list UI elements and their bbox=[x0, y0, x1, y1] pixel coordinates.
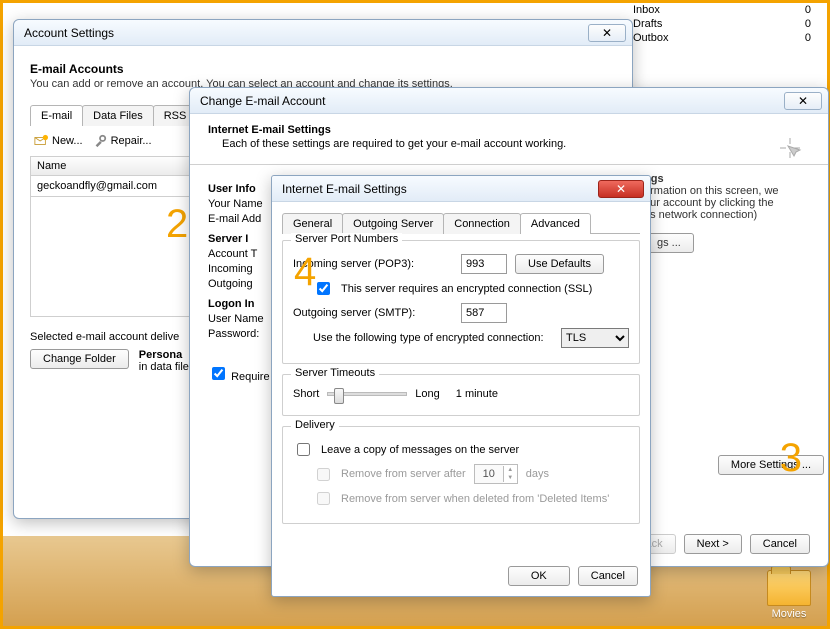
server-ports-legend: Server Port Numbers bbox=[291, 233, 402, 245]
banner-heading: Internet E-mail Settings bbox=[208, 124, 810, 136]
leave-copy-checkbox[interactable] bbox=[297, 443, 310, 456]
account-settings-title: Account Settings bbox=[20, 26, 584, 40]
close-button[interactable]: ✕ bbox=[598, 180, 644, 198]
cancel-button[interactable]: Cancel bbox=[750, 534, 810, 554]
require-label: Require bbox=[231, 371, 270, 383]
cancel-button[interactable]: Cancel bbox=[578, 566, 638, 586]
mail-folder-count: 0 bbox=[805, 18, 811, 30]
delivery-fieldset: Delivery Leave a copy of messages on the… bbox=[282, 426, 640, 524]
right-info-line: ormation on this screen, we bbox=[644, 185, 824, 197]
right-info-line: our account by clicking the bbox=[644, 197, 824, 209]
desktop-folder-label: Movies bbox=[767, 608, 811, 620]
tab-outgoing-server[interactable]: Outgoing Server bbox=[342, 213, 444, 234]
right-info-heading: ngs bbox=[644, 173, 824, 185]
tab-general[interactable]: General bbox=[282, 213, 343, 234]
change-email-banner: Internet E-mail Settings Each of these s… bbox=[190, 114, 828, 165]
outgoing-port-input[interactable] bbox=[461, 303, 507, 323]
folder-icon bbox=[767, 570, 811, 606]
require-checkbox[interactable] bbox=[212, 367, 225, 380]
timeout-value: 1 minute bbox=[456, 388, 498, 400]
new-account-label: New... bbox=[52, 135, 83, 147]
mail-folder-name: Outbox bbox=[633, 32, 668, 44]
remove-after-checkbox bbox=[317, 468, 330, 481]
tab-datafiles[interactable]: Data Files bbox=[82, 105, 154, 126]
mail-new-icon bbox=[34, 134, 48, 148]
remove-after-days-suffix: days bbox=[526, 468, 549, 480]
tab-advanced[interactable]: Advanced bbox=[520, 213, 591, 234]
mail-folder-list: Inbox 0 Drafts 0 Outbox 0 bbox=[627, 3, 817, 45]
server-ports-fieldset: Server Port Numbers Incoming server (POP… bbox=[282, 240, 640, 364]
mail-folder-count: 0 bbox=[805, 4, 811, 16]
inet-title: Internet E-mail Settings bbox=[278, 182, 594, 196]
change-email-titlebar[interactable]: Change E-mail Account ✕ bbox=[190, 88, 828, 114]
remove-deleted-label: Remove from server when deleted from 'De… bbox=[341, 493, 609, 505]
tab-connection[interactable]: Connection bbox=[443, 213, 521, 234]
outgoing-port-label: Outgoing server (SMTP): bbox=[293, 307, 453, 319]
desktop-folder[interactable]: Movies bbox=[767, 570, 811, 620]
annotation-4: 4 bbox=[294, 250, 316, 295]
repair-account-label: Repair... bbox=[111, 135, 152, 147]
change-email-title: Change E-mail Account bbox=[196, 94, 780, 108]
mail-folder-name: Drafts bbox=[633, 18, 662, 30]
change-folder-button[interactable]: Change Folder bbox=[30, 349, 129, 369]
account-settings-titlebar[interactable]: Account Settings ✕ bbox=[14, 20, 632, 46]
inet-titlebar[interactable]: Internet E-mail Settings ✕ bbox=[272, 176, 650, 202]
use-defaults-button[interactable]: Use Defaults bbox=[515, 254, 604, 274]
mail-folder-row[interactable]: Outbox 0 bbox=[627, 31, 817, 45]
close-button[interactable]: ✕ bbox=[588, 24, 626, 42]
incoming-port-label: Incoming server (POP3): bbox=[293, 258, 453, 270]
inet-footer: OK Cancel bbox=[508, 566, 638, 586]
timeout-slider[interactable] bbox=[327, 392, 407, 396]
banner-sub: Each of these settings are required to g… bbox=[208, 138, 810, 150]
encryption-label: Use the following type of encrypted conn… bbox=[313, 332, 553, 344]
cursor-icon bbox=[774, 132, 806, 164]
repair-account-button[interactable]: Repair... bbox=[93, 134, 152, 148]
delivery-legend: Delivery bbox=[291, 419, 339, 431]
leave-copy-label: Leave a copy of messages on the server bbox=[321, 444, 519, 456]
close-button[interactable]: ✕ bbox=[784, 92, 822, 110]
timeout-long-label: Long bbox=[415, 388, 439, 400]
annotation-2: 2 bbox=[166, 202, 188, 247]
datafile-label: in data file bbox=[139, 361, 189, 373]
incoming-port-input[interactable] bbox=[461, 254, 507, 274]
remove-deleted-checkbox bbox=[317, 492, 330, 505]
wrench-icon bbox=[93, 134, 107, 148]
inet-tabs: General Outgoing Server Connection Advan… bbox=[282, 212, 640, 234]
ssl-label: This server requires an encrypted connec… bbox=[341, 283, 592, 295]
mail-folder-count: 0 bbox=[805, 32, 811, 44]
personal-label: Persona bbox=[139, 349, 189, 361]
mail-folder-name: Inbox bbox=[633, 4, 660, 16]
ssl-checkbox[interactable] bbox=[317, 282, 330, 295]
server-timeouts-fieldset: Server Timeouts Short Long 1 minute bbox=[282, 374, 640, 416]
encryption-select[interactable]: TLS bbox=[561, 328, 629, 348]
timeout-short-label: Short bbox=[293, 388, 319, 400]
server-timeouts-legend: Server Timeouts bbox=[291, 367, 379, 379]
test-account-info: ngs ormation on this screen, we our acco… bbox=[644, 173, 824, 253]
test-settings-button[interactable]: gs ... bbox=[644, 233, 694, 253]
remove-after-days-spinner: ▲▼ bbox=[474, 464, 518, 484]
next-button[interactable]: Next > bbox=[684, 534, 742, 554]
right-info-line: es network connection) bbox=[644, 209, 824, 221]
more-settings-button[interactable]: More Settings ... bbox=[718, 455, 824, 475]
ok-button[interactable]: OK bbox=[508, 566, 570, 586]
mail-folder-row[interactable]: Inbox 0 bbox=[627, 3, 817, 17]
remove-after-days-input bbox=[475, 465, 503, 483]
remove-after-label: Remove from server after bbox=[341, 468, 466, 480]
new-account-button[interactable]: New... bbox=[34, 134, 83, 148]
tab-email[interactable]: E-mail bbox=[30, 105, 83, 126]
annotation-3: 3 bbox=[780, 436, 802, 481]
mail-folder-row[interactable]: Drafts 0 bbox=[627, 17, 817, 31]
email-accounts-heading: E-mail Accounts bbox=[30, 62, 616, 76]
internet-email-settings-dialog: Internet E-mail Settings ✕ General Outgo… bbox=[271, 175, 651, 597]
